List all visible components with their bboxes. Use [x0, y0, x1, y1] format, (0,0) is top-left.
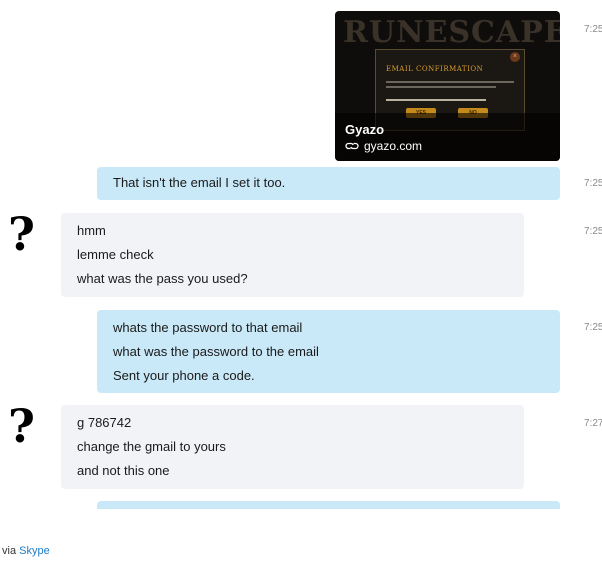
dialog-question-line [386, 99, 486, 101]
message-timestamp: 7:25 [584, 24, 602, 35]
message-timestamp: 7:25 [584, 322, 602, 333]
preview-link[interactable]: gyazo.com [345, 139, 422, 153]
contact-avatar-question-mark[interactable]: ? [8, 211, 44, 257]
contact-avatar-question-mark[interactable]: ? [8, 403, 44, 449]
outgoing-message-bubble-partial [97, 501, 560, 509]
message-text: and not this one [77, 463, 170, 478]
dialog-text-line [386, 86, 496, 88]
message-text: lemme check [77, 247, 154, 262]
message-text: g 786742 [77, 415, 132, 430]
preview-caption-shade [335, 113, 560, 161]
message-text: whats the password to that email [113, 320, 303, 335]
message-text: what was the password to the email [113, 344, 319, 359]
incoming-message-bubble: g 786742 change the gmail to yours and n… [61, 405, 524, 489]
gyazo-link-preview[interactable]: RUNESCAPE × EMAIL CONFIRMATION YES NO Gy… [335, 11, 560, 161]
footer-prefix: via [2, 545, 17, 557]
dialog-text-line [386, 81, 514, 83]
message-timestamp: 7:27 [584, 418, 602, 429]
preview-domain: gyazo.com [364, 139, 423, 153]
close-icon: × [510, 52, 520, 62]
message-text: Sent your phone a code. [113, 368, 255, 383]
message-text: what was the pass you used? [77, 271, 248, 286]
footer-attribution: via Skype [2, 545, 50, 557]
outgoing-message-bubble: whats the password to that email what wa… [97, 310, 560, 393]
skype-link[interactable]: Skype [19, 545, 50, 557]
incoming-message-bubble: hmm lemme check what was the pass you us… [61, 213, 524, 297]
message-timestamp: 7:25 [584, 226, 602, 237]
preview-title: Gyazo [345, 122, 385, 137]
link-icon [345, 142, 359, 150]
message-text: hmm [77, 223, 106, 238]
message-timestamp: 7:25 [584, 178, 602, 189]
preview-image-background-title: RUNESCAPE [343, 15, 560, 50]
message-text: change the gmail to yours [77, 439, 226, 454]
message-text: That isn't the email I set it too. [113, 175, 286, 190]
outgoing-message-bubble: That isn't the email I set it too. [97, 167, 560, 200]
dialog-title: EMAIL CONFIRMATION [386, 65, 484, 73]
